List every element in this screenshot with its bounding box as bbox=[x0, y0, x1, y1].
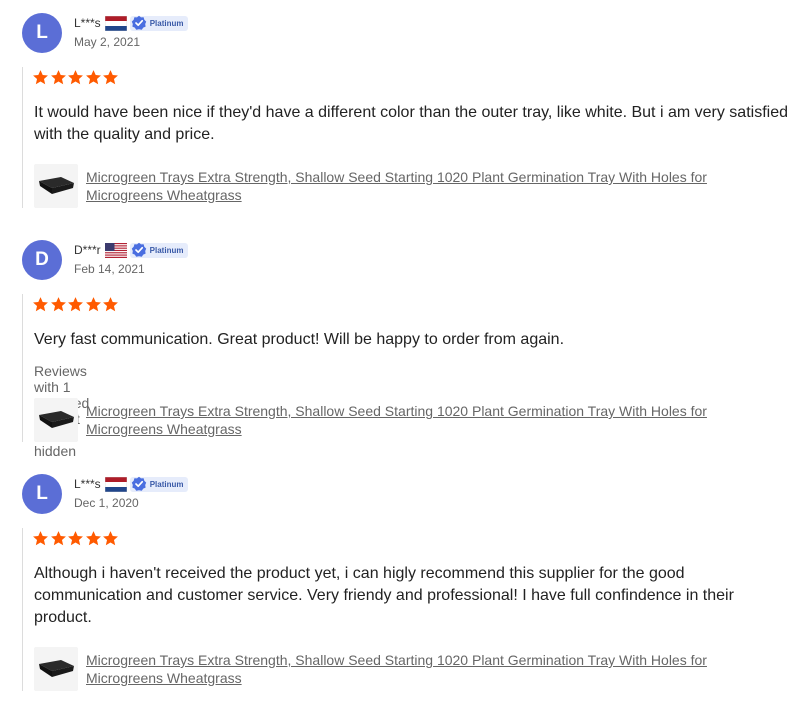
star-icon bbox=[67, 530, 84, 547]
netherlands-flag-icon bbox=[104, 476, 127, 492]
membership-badge: Platinum bbox=[129, 476, 189, 492]
product-link[interactable]: Microgreen Trays Extra Strength, Shallow… bbox=[86, 651, 746, 687]
review-date: May 2, 2021 bbox=[74, 35, 141, 49]
tray-thumbnail bbox=[39, 660, 74, 677]
reviewer-name: L***s bbox=[74, 16, 101, 30]
review-item: L L***s Platinum May 2, 2021 It would ha… bbox=[0, 0, 792, 215]
review-text: Although i haven't received the product … bbox=[34, 565, 734, 626]
tray-thumbnail bbox=[39, 411, 74, 428]
star-icon bbox=[50, 296, 67, 313]
star-icon bbox=[85, 530, 102, 547]
verified-badge-icon bbox=[131, 242, 146, 257]
product-link-row[interactable]: Microgreen Trays Extra Strength, Shallow… bbox=[34, 164, 746, 208]
reviewer-row: L***s Platinum bbox=[74, 475, 189, 493]
star-rating bbox=[32, 296, 120, 313]
star-icon bbox=[102, 296, 119, 313]
star-icon bbox=[50, 530, 67, 547]
product-thumbnail[interactable] bbox=[34, 164, 78, 208]
verified-badge-icon bbox=[131, 476, 146, 491]
avatar: L bbox=[22, 474, 62, 514]
star-icon bbox=[32, 530, 49, 547]
product-thumbnail[interactable] bbox=[34, 647, 78, 691]
review-body: It would have been nice if they'd have a… bbox=[22, 67, 788, 208]
membership-badge: Platinum bbox=[129, 242, 189, 258]
product-thumbnail[interactable] bbox=[34, 398, 78, 442]
star-icon bbox=[85, 69, 102, 86]
avatar: D bbox=[22, 240, 62, 280]
review-body: Although i haven't received the product … bbox=[22, 528, 734, 691]
badge-label: Platinum bbox=[149, 245, 184, 255]
star-rating bbox=[32, 69, 120, 86]
reviewer-name: L***s bbox=[74, 477, 101, 491]
review-text: It would have been nice if they'd have a… bbox=[34, 104, 788, 143]
review-text: Very fast communication. Great product! … bbox=[34, 331, 565, 348]
badge-label: Platinum bbox=[149, 18, 184, 28]
review-date: Dec 1, 2020 bbox=[74, 496, 139, 510]
tray-thumbnail bbox=[39, 177, 74, 194]
reviewer-row: D***r Platinum bbox=[74, 241, 189, 259]
membership-badge: Platinum bbox=[129, 15, 189, 31]
badge-label: Platinum bbox=[149, 479, 184, 489]
star-icon bbox=[32, 69, 49, 86]
review-item: L L***s Platinum Dec 1, 2020 Although i … bbox=[0, 461, 792, 701]
star-icon bbox=[32, 296, 49, 313]
reviewer-name: D***r bbox=[74, 243, 101, 257]
netherlands-flag-icon bbox=[104, 15, 127, 31]
product-link[interactable]: Microgreen Trays Extra Strength, Shallow… bbox=[86, 168, 746, 204]
reviewer-row: L***s Platinum bbox=[74, 14, 189, 32]
star-icon bbox=[102, 69, 119, 86]
verified-badge-icon bbox=[131, 15, 146, 30]
review-date: Feb 14, 2021 bbox=[74, 262, 145, 276]
star-icon bbox=[85, 296, 102, 313]
star-icon bbox=[67, 296, 84, 313]
product-link-row[interactable]: Microgreen Trays Extra Strength, Shallow… bbox=[34, 647, 746, 691]
review-body: Very fast communication. Great product! … bbox=[22, 294, 707, 459]
avatar: L bbox=[22, 13, 62, 53]
star-icon bbox=[67, 69, 84, 86]
review-item: D D***r Platinum Feb 14, 2021 Very fast … bbox=[0, 227, 792, 459]
star-icon bbox=[50, 69, 67, 86]
product-link[interactable]: Microgreen Trays Extra Strength, Shallow… bbox=[86, 402, 746, 438]
product-link-row[interactable]: Microgreen Trays Extra Strength, Shallow… bbox=[34, 398, 746, 442]
star-rating bbox=[32, 530, 120, 547]
united-states-flag-icon bbox=[104, 242, 127, 258]
star-icon bbox=[102, 530, 119, 547]
